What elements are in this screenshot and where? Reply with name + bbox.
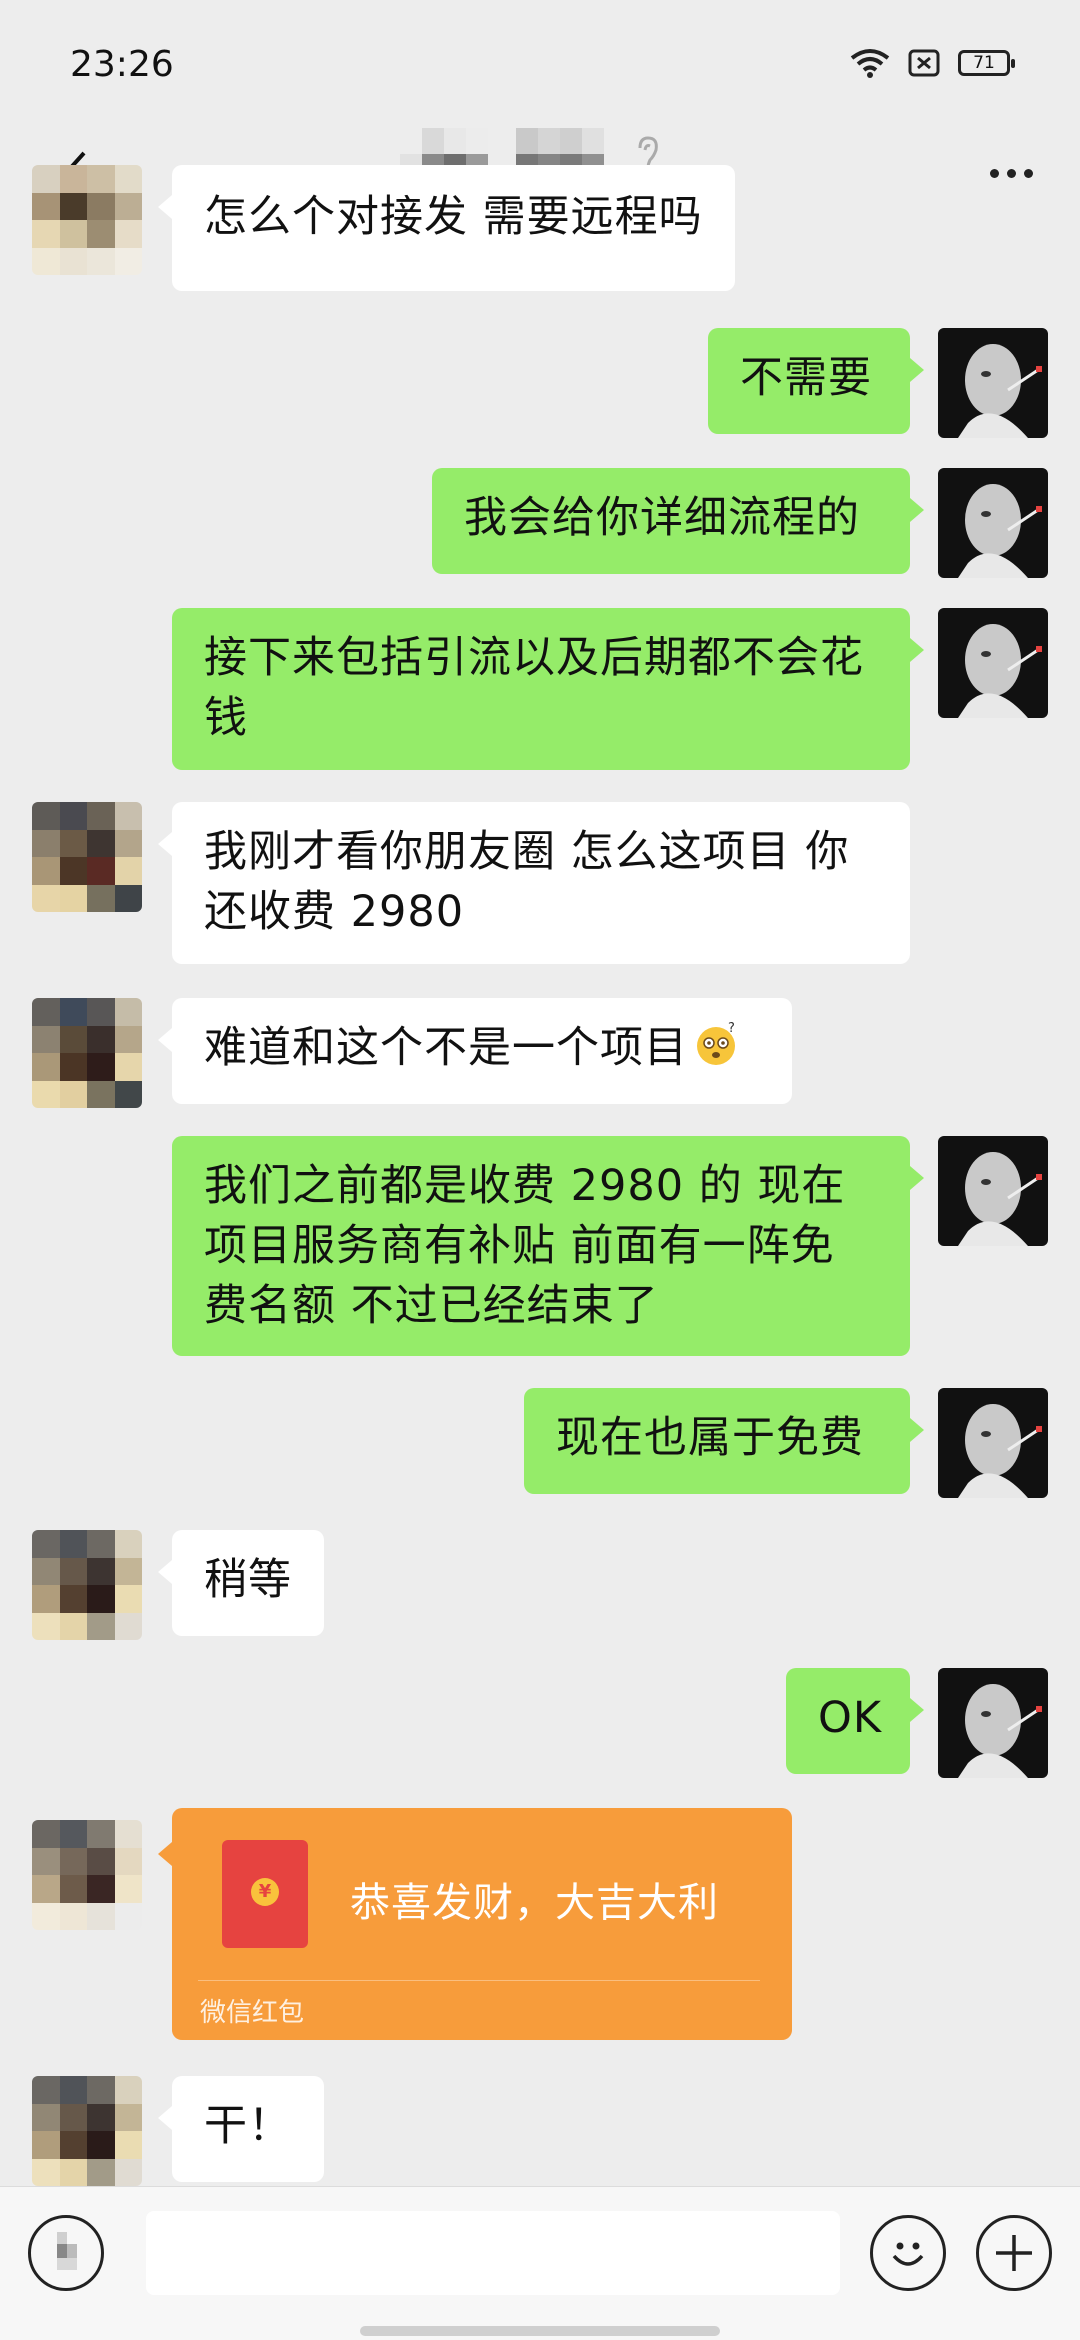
message-text: OK [818, 1693, 883, 1743]
my-avatar[interactable] [938, 328, 1048, 438]
contact-avatar[interactable] [32, 998, 142, 1108]
contact-avatar[interactable] [32, 1820, 142, 1930]
avatar-photo [938, 468, 1048, 578]
avatar-photo [938, 1388, 1048, 1498]
coin-icon: ¥ [251, 1878, 279, 1906]
message-text: 不需要 [740, 353, 872, 403]
my-avatar[interactable] [938, 1668, 1048, 1778]
my-avatar[interactable] [938, 608, 1048, 718]
more-dots-icon [989, 168, 999, 178]
message-text: 接下来包括引流以及后期都不会花钱 [204, 633, 864, 743]
battery-icon: 71 [958, 50, 1015, 76]
message-bubble[interactable]: 我们之前都是收费 2980 的 现在项目服务商有补贴 前面有一阵免费名额 不过已… [172, 1136, 924, 1356]
voice-icon [57, 2232, 77, 2270]
message-bubble[interactable]: 我会给你详细流程的 [432, 468, 924, 574]
status-time: 23:26 [70, 44, 174, 85]
message-bubble[interactable]: OK [786, 1668, 924, 1774]
message-text: 我刚才看你朋友圈 怎么这项目 你还收费 2980 [204, 827, 850, 937]
message-bubble[interactable]: 不需要 [708, 328, 924, 434]
status-bar: 23:26 71 [0, 0, 1080, 130]
plus-icon [996, 2235, 1032, 2271]
emoji-button[interactable] [870, 2215, 946, 2291]
message-bubble[interactable]: 现在也属于免费 [524, 1388, 924, 1494]
more-dot [1006, 168, 1016, 178]
wifi-icon [850, 49, 890, 78]
data-icon [908, 49, 940, 77]
emoji-icon [892, 2242, 924, 2266]
message-text: 我们之前都是收费 2980 的 现在项目服务商有补贴 前面有一阵免费名额 不过已… [204, 1161, 846, 1331]
contact-avatar[interactable] [32, 802, 142, 912]
message-text: 现在也属于免费 [556, 1413, 864, 1463]
message-bubble[interactable]: 接下来包括引流以及后期都不会花钱 [172, 608, 924, 770]
more-dot [1023, 168, 1033, 178]
red-envelope-icon: ¥ [222, 1840, 308, 1948]
message-bubble[interactable]: 稍等 [158, 1530, 324, 1636]
message-input[interactable] [146, 2211, 840, 2295]
contact-avatar[interactable] [32, 1530, 142, 1640]
voice-button[interactable] [28, 2215, 104, 2291]
message-bubble[interactable]: 我刚才看你朋友圈 怎么这项目 你还收费 2980 [158, 802, 910, 964]
divider [198, 1980, 760, 1981]
status-icons: 71 [850, 48, 1015, 78]
my-avatar[interactable] [938, 468, 1048, 578]
message-bubble[interactable]: 怎么个对接发 需要远程吗 [158, 165, 735, 291]
message-text: 稍等 [204, 1555, 292, 1605]
avatar-photo [938, 328, 1048, 438]
input-bar [0, 2186, 1080, 2340]
message-text: 怎么个对接发 需要远程吗 [204, 192, 703, 242]
red-packet-title: 恭喜发财，大吉大利 [350, 1880, 719, 1926]
message-text: 我会给你详细流程的 [464, 493, 860, 543]
plus-button[interactable] [976, 2215, 1052, 2291]
home-indicator[interactable] [360, 2326, 720, 2336]
message-bubble[interactable]: 难道和这个不是一个项目 ? [158, 998, 792, 1104]
message-bubble[interactable]: 干！ [158, 2076, 324, 2182]
my-avatar[interactable] [938, 1388, 1048, 1498]
battery-level: 71 [973, 53, 995, 73]
contact-avatar[interactable] [32, 2076, 142, 2186]
avatar-photo [938, 1136, 1048, 1246]
contact-avatar[interactable] [32, 165, 142, 275]
red-packet-card[interactable]: ¥ 恭喜发财，大吉大利 微信红包 [158, 1808, 792, 2040]
avatar-photo [938, 1668, 1048, 1778]
more-button[interactable] [976, 138, 1046, 208]
avatar-photo [938, 608, 1048, 718]
message-text: 干！ [204, 2101, 292, 2151]
my-avatar[interactable] [938, 1136, 1048, 1246]
dizzy-face-emoji-icon: ? [697, 1021, 736, 1065]
red-packet-label: 微信红包 [200, 1998, 305, 2028]
message-text: 难道和这个不是一个项目 [204, 1023, 688, 1073]
svg-text:?: ? [728, 1021, 736, 1036]
